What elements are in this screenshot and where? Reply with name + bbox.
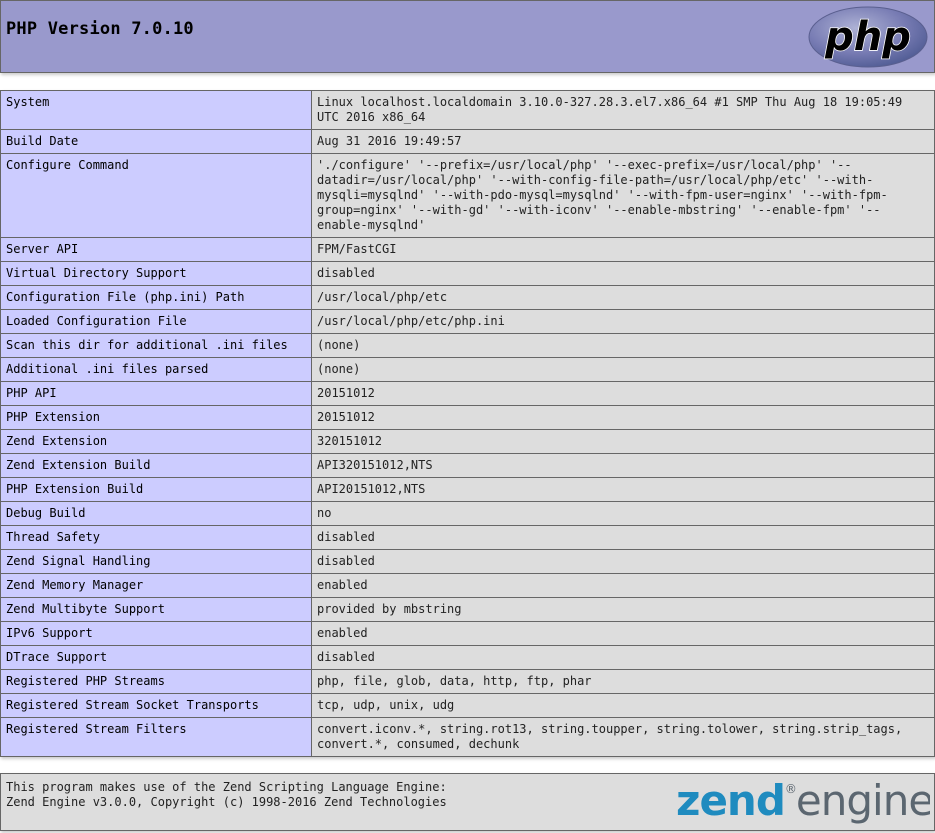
info-key: IPv6 Support: [0, 621, 312, 646]
info-value: convert.iconv.*, string.rot13, string.to…: [311, 717, 935, 757]
info-row: Debug Build no: [0, 501, 935, 526]
info-row: Scan this dir for additional .ini files(…: [0, 333, 935, 358]
info-value: API320151012,NTS: [311, 453, 935, 478]
info-row: Configuration File (php.ini) Path/usr/lo…: [0, 285, 935, 310]
info-value: FPM/FastCGI: [311, 237, 935, 262]
info-row: Registered Stream Filters convert.iconv.*…: [0, 717, 935, 757]
info-value: /usr/local/php/etc/php.ini: [311, 309, 935, 334]
info-value: './configure' '--prefix=/usr/local/php' …: [311, 153, 935, 238]
info-value: disabled: [311, 549, 935, 574]
info-value: no: [311, 501, 935, 526]
info-row: Virtual Directory Support disabled: [0, 261, 935, 286]
info-key: Registered Stream Filters: [0, 717, 312, 757]
info-key: PHP API: [0, 381, 312, 406]
info-row: PHP API 20151012: [0, 381, 935, 406]
info-row: Registered Stream Socket Transports tcp, …: [0, 693, 935, 718]
info-value: Linux localhost.localdomain 3.10.0-327.2…: [311, 90, 935, 130]
info-value: /usr/local/php/etc: [311, 285, 935, 310]
info-value: 20151012: [311, 381, 935, 406]
info-row: Zend Memory Manager enabled: [0, 573, 935, 598]
info-table: System Linux localhost.localdomain 3.10.0…: [0, 90, 935, 757]
info-row: IPv6 Support enabled: [0, 621, 935, 646]
info-key: Configuration File (php.ini) Path: [0, 285, 312, 310]
info-row: Additional .ini files parsed (none): [0, 357, 935, 382]
info-value: (none): [311, 357, 935, 382]
info-row: Thread Safety disabled: [0, 525, 935, 550]
footer-text: This program makes use of the Zend Scrip…: [6, 780, 447, 810]
info-value: Aug 31 2016 19:49:57: [311, 129, 935, 154]
info-key: Scan this dir for additional .ini files: [0, 333, 312, 358]
info-value: disabled: [311, 261, 935, 286]
info-key: Registered PHP Streams: [0, 669, 312, 694]
info-value: php, file, glob, data, http, ftp, phar: [311, 669, 935, 694]
footer-line-1: This program makes use of the Zend Scrip…: [6, 780, 447, 794]
info-value: 20151012: [311, 405, 935, 430]
info-key: Server API: [0, 237, 312, 262]
info-row: Server API FPM/FastCGI: [0, 237, 935, 262]
info-key: Virtual Directory Support: [0, 261, 312, 286]
engine-logo-word: engine: [796, 777, 930, 825]
info-key: Zend Extension: [0, 429, 312, 454]
info-key: PHP Extension: [0, 405, 312, 430]
info-row: Zend Multibyte Support provided by mbstri…: [0, 597, 935, 622]
svg-text:zend®engine: zend®engine: [676, 777, 930, 825]
info-key: DTrace Support: [0, 645, 312, 670]
info-row: PHP Extension 20151012: [0, 405, 935, 430]
info-value: 320151012: [311, 429, 935, 454]
zend-logo-word: zend: [676, 777, 785, 825]
zend-logo-registered: ®: [785, 782, 796, 796]
info-key: Build Date: [0, 129, 312, 154]
info-row: Loaded Configuration File/usr/local/php/…: [0, 309, 935, 334]
page-title: PHP Version 7.0.10: [6, 19, 194, 39]
info-row: DTrace Support disabled: [0, 645, 935, 670]
info-row: Zend Extension 320151012: [0, 429, 935, 454]
php-logo-icon[interactable]: php: [807, 5, 929, 69]
php-logo-text: php: [824, 14, 911, 60]
zend-engine-logo-icon[interactable]: zend®engine: [674, 777, 930, 827]
info-row: PHP Extension Build API20151012,NTS: [0, 477, 935, 502]
info-key: Thread Safety: [0, 525, 312, 550]
info-key: Zend Multibyte Support: [0, 597, 312, 622]
info-value: provided by mbstring: [311, 597, 935, 622]
info-value: enabled: [311, 621, 935, 646]
info-row: System Linux localhost.localdomain 3.10.0…: [0, 90, 935, 130]
info-key: Registered Stream Socket Transports: [0, 693, 312, 718]
info-key: Configure Command: [0, 153, 312, 238]
info-key: Zend Signal Handling: [0, 549, 312, 574]
info-row: Zend Extension Build API320151012,NTS: [0, 453, 935, 478]
info-key: PHP Extension Build: [0, 477, 312, 502]
info-key: Additional .ini files parsed: [0, 357, 312, 382]
info-key: System: [0, 90, 312, 130]
info-value: enabled: [311, 573, 935, 598]
info-key: Debug Build: [0, 501, 312, 526]
info-value: disabled: [311, 645, 935, 670]
footer-line-2: Zend Engine v3.0.0, Copyright (c) 1998-2…: [6, 795, 447, 809]
info-value: tcp, udp, unix, udg: [311, 693, 935, 718]
page-header: PHP Version 7.0.10 php: [0, 0, 935, 73]
info-value: disabled: [311, 525, 935, 550]
info-value: (none): [311, 333, 935, 358]
info-key: Zend Extension Build: [0, 453, 312, 478]
info-key: Loaded Configuration File: [0, 309, 312, 334]
zend-footer: This program makes use of the Zend Scrip…: [0, 773, 935, 831]
info-row: Zend Signal Handling disabled: [0, 549, 935, 574]
info-row: Registered PHP Streams php, file, glob, d…: [0, 669, 935, 694]
info-row: Build Date Aug 31 2016 19:49:57: [0, 129, 935, 154]
info-value: API20151012,NTS: [311, 477, 935, 502]
info-key: Zend Memory Manager: [0, 573, 312, 598]
info-row: Configure Command './configure' '--prefix…: [0, 153, 935, 238]
